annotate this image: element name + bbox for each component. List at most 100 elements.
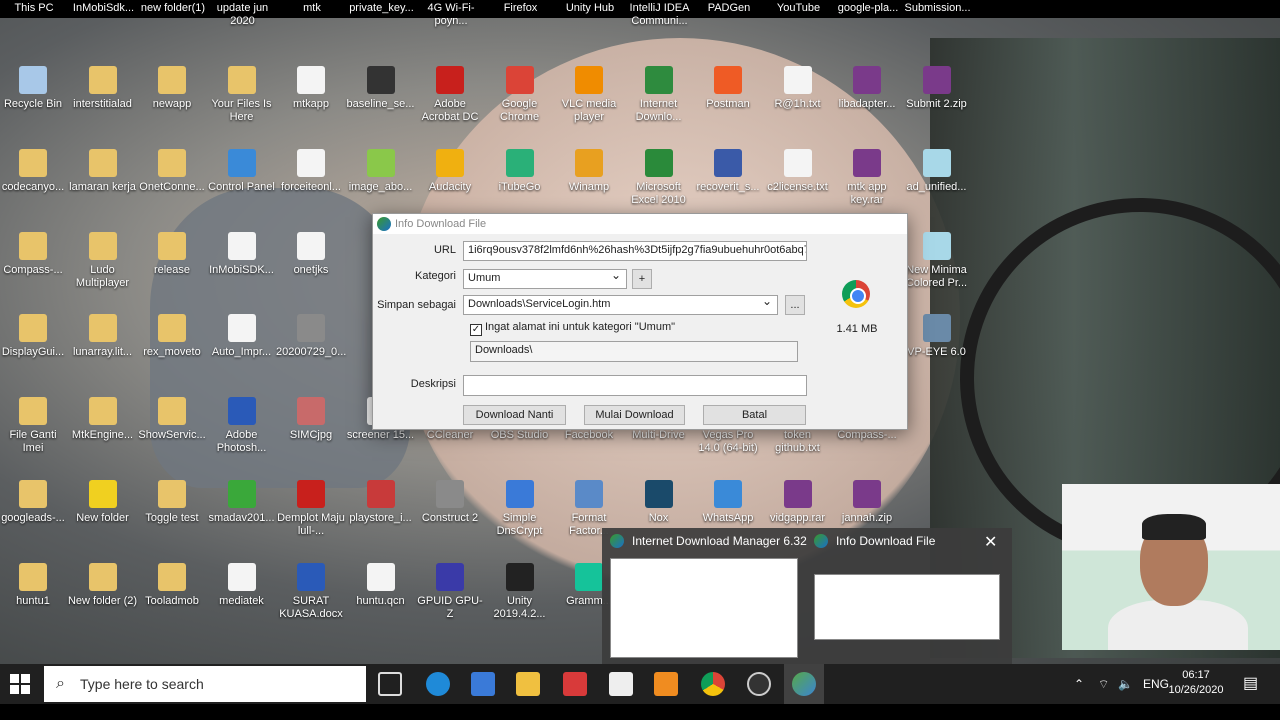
desktop-icon-label[interactable]: mtk	[276, 2, 348, 15]
desktop-icon-label[interactable]: This PC	[0, 2, 70, 15]
desktop-icon[interactable]: mtkapp	[276, 66, 346, 111]
remember-checkbox[interactable]: ✓ Ingat alamat ini untuk kategori "Umum"	[470, 321, 675, 336]
desktop-icon[interactable]: MtkEngine...	[68, 397, 138, 442]
language-indicator[interactable]: ENG	[1143, 664, 1169, 704]
desktop-icon[interactable]: forceiteonl...	[276, 148, 346, 194]
desktop-icon-label[interactable]: update jun 2020	[207, 2, 279, 28]
desktop-icon[interactable]: Tooladmob	[137, 562, 207, 608]
desktop-icon[interactable]: Google Chrome	[485, 66, 555, 124]
desktop-icon[interactable]: Construct 2	[415, 480, 485, 525]
desktop-icon[interactable]: SIMCjpg	[276, 397, 346, 442]
desktop-icon[interactable]: image_abo...	[346, 148, 416, 194]
desktop-icon-label[interactable]: Submission...	[902, 2, 974, 15]
edge-icon[interactable]	[426, 672, 450, 696]
obs-icon[interactable]	[747, 672, 771, 696]
cancel-button[interactable]: Batal	[703, 405, 806, 425]
desktop-icon[interactable]: playstore_i...	[346, 480, 416, 525]
desktop-icon[interactable]: interstitialad	[68, 66, 138, 111]
tray-overflow-icon[interactable]: ⌃	[1074, 664, 1084, 704]
task-view-icon[interactable]	[378, 672, 402, 696]
media-icon[interactable]	[654, 672, 678, 696]
url-field[interactable]: 1i6rq9ousv378f2lmfd6nh%26hash%3Dt5ijfp2g…	[463, 241, 807, 261]
desktop-icon-label[interactable]: new folder(1)	[137, 2, 209, 15]
desktop-icon[interactable]: Postman	[693, 66, 763, 111]
preview-item-idm[interactable]: Internet Download Manager 6.32	[610, 534, 807, 548]
desktop-icon[interactable]: Your Files Is Here	[207, 66, 277, 124]
desktop-icon[interactable]: Simple DnsCrypt	[485, 480, 555, 538]
desktop-icon[interactable]: File Ganti Imei	[0, 397, 68, 455]
clock[interactable]: 06:17 10/26/2020	[1168, 668, 1224, 698]
desktop-icon[interactable]: ShowServic...	[137, 397, 207, 442]
desktop-icon[interactable]: newapp	[137, 66, 207, 111]
desktop-icon[interactable]: lamaran kerja	[68, 148, 138, 194]
save-as-select[interactable]: Downloads\ServiceLogin.htm	[463, 295, 778, 315]
desktop-icon[interactable]: libadapter...	[832, 66, 902, 111]
desktop-icon[interactable]: Audacity	[415, 148, 485, 194]
desktop-icon[interactable]: recoverit_s...	[693, 148, 763, 194]
desktop-icon[interactable]: baseline_se...	[346, 66, 416, 111]
desktop-icon-label[interactable]: IntelliJ IDEA Communi...	[624, 2, 696, 28]
chrome-icon[interactable]	[701, 672, 725, 696]
desktop-icon[interactable]: 20200729_0...	[276, 314, 346, 359]
desktop-icon[interactable]: Compass-...	[0, 231, 68, 277]
folder-field[interactable]: Downloads\	[470, 341, 798, 362]
desktop-icon-label[interactable]: YouTube	[763, 2, 835, 15]
desktop-icon[interactable]: SURAT KUASA.docx	[276, 562, 346, 621]
desktop-icon[interactable]: Adobe Photosh...	[207, 397, 277, 455]
desktop-icon-label[interactable]: 4G Wi-Fi-poyn...	[415, 2, 487, 28]
checkbox-box[interactable]: ✓	[470, 324, 482, 336]
desktop-icon[interactable]: Winamp	[554, 148, 624, 194]
desktop-icon[interactable]: googleads-...	[0, 480, 68, 525]
desktop-icon[interactable]: DisplayGui...	[0, 314, 68, 359]
store-icon[interactable]	[471, 672, 495, 696]
desktop-icon[interactable]: iTubeGo	[485, 148, 555, 194]
start-download-button[interactable]: Mulai Download	[584, 405, 685, 425]
desktop-icon[interactable]: Nox	[624, 480, 694, 525]
desktop-icon[interactable]: InMobiSDK...	[207, 231, 277, 277]
desktop-icon[interactable]: Recycle Bin	[0, 66, 68, 111]
desktop-icon-label[interactable]: Unity Hub	[554, 2, 626, 15]
desktop-icon-label[interactable]: google-pla...	[832, 2, 904, 15]
desktop-icon[interactable]: Auto_Impr...	[207, 314, 277, 359]
mail-icon[interactable]	[609, 672, 633, 696]
desktop-icon[interactable]: huntu.qcn	[346, 562, 416, 608]
close-icon[interactable]: ✕	[984, 532, 997, 552]
desktop-icon[interactable]: rex_moveto	[137, 314, 207, 359]
preview-thumbnail-dialog[interactable]	[814, 574, 1000, 640]
desktop-icon[interactable]: mediatek	[207, 562, 277, 608]
desktop-icon-label[interactable]: InMobiSdk...	[68, 2, 140, 15]
desktop-icon[interactable]: Microsoft Excel 2010	[624, 148, 694, 207]
search-box[interactable]: ⌕ Type here to search	[44, 666, 366, 702]
desktop-icon[interactable]: New folder (2)	[68, 562, 138, 608]
desktop-icon[interactable]: Control Panel	[207, 148, 277, 194]
desktop-icon[interactable]: release	[137, 231, 207, 277]
preview-item-dialog[interactable]: Info Download File	[814, 534, 935, 548]
desktop-icon[interactable]: Internet Downlo...	[624, 66, 694, 124]
preview-thumbnail-idm[interactable]	[610, 558, 798, 658]
desktop-icon[interactable]: VP-EYE 6.0	[902, 314, 972, 359]
desktop-icon-label[interactable]: Firefox	[485, 2, 557, 15]
desktop-icon[interactable]: c2license.txt	[763, 148, 833, 194]
download-later-button[interactable]: Download Nanti	[463, 405, 566, 425]
browse-button[interactable]: ...	[785, 295, 805, 315]
desktop-icon[interactable]: Toggle test	[137, 480, 207, 525]
desktop-icon[interactable]: Submit 2.zip	[902, 66, 972, 111]
file-explorer-icon[interactable]	[516, 672, 540, 696]
dialog-titlebar[interactable]: Info Download File	[373, 214, 907, 234]
desktop-icon[interactable]: codecanyo...	[0, 148, 68, 194]
desktop-icon[interactable]: onetjks	[276, 231, 346, 277]
desktop-icon[interactable]: vidgapp.rar	[763, 480, 833, 525]
volume-icon[interactable]: 🔈	[1118, 664, 1133, 704]
description-field[interactable]	[463, 375, 807, 396]
desktop-icon[interactable]: OnetConne...	[137, 148, 207, 194]
add-category-button[interactable]: +	[632, 269, 652, 289]
desktop-icon[interactable]: huntu1	[0, 562, 68, 608]
desktop-icon[interactable]: jannah.zip	[832, 480, 902, 525]
desktop-icon[interactable]: R@1h.txt	[763, 66, 833, 111]
desktop-icon[interactable]: GPUID GPU-Z	[415, 562, 485, 621]
desktop-icon-label[interactable]: private_key...	[346, 2, 418, 15]
gift-icon[interactable]	[563, 672, 587, 696]
desktop-icon[interactable]: mtk app key.rar	[832, 148, 902, 207]
desktop-icon[interactable]: New Minima Colored Pr...	[902, 231, 972, 290]
desktop-icon[interactable]: smadav201...	[207, 480, 277, 525]
